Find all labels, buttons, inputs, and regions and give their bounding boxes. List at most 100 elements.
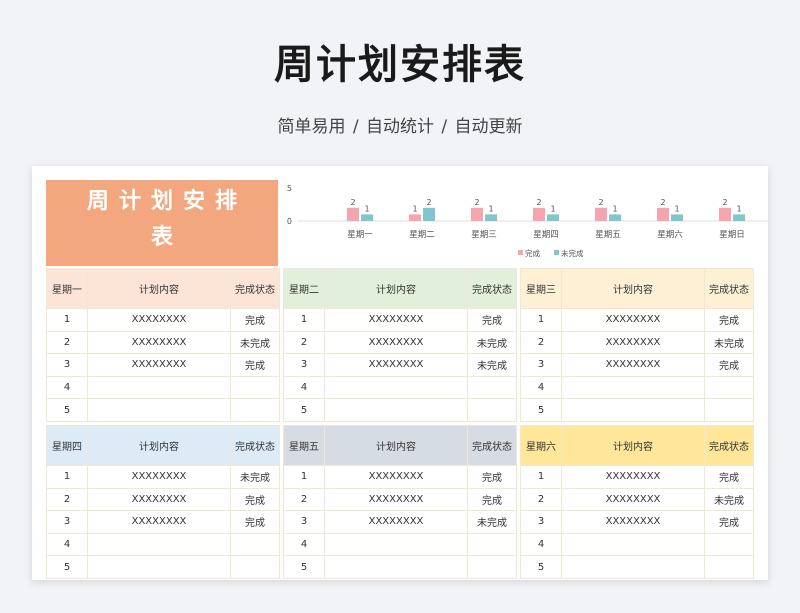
status-cell[interactable]	[230, 555, 280, 579]
plan-content-cell[interactable]: XXXXXXXX	[561, 487, 705, 512]
status-cell[interactable]: 完成	[704, 465, 754, 489]
plan-content-cell[interactable]	[324, 398, 468, 422]
plan-content-cell[interactable]	[324, 532, 468, 557]
row-number[interactable]: 5	[283, 555, 325, 579]
data-label: 1	[412, 204, 417, 213]
plan-content-cell[interactable]	[561, 375, 705, 400]
row-number[interactable]: 4	[283, 532, 325, 557]
table-row: 4	[46, 532, 280, 557]
plan-content-cell[interactable]: XXXXXXXX	[87, 308, 231, 332]
row-number[interactable]: 4	[46, 375, 88, 400]
row-number[interactable]: 4	[46, 532, 88, 557]
row-number[interactable]: 5	[46, 398, 88, 422]
row-number[interactable]: 2	[520, 487, 562, 512]
status-cell[interactable]	[704, 375, 754, 400]
data-label: 1	[674, 204, 679, 213]
plan-content-cell[interactable]: XXXXXXXX	[324, 510, 468, 534]
status-cell[interactable]	[704, 555, 754, 579]
table-row: 5	[520, 398, 754, 422]
status-cell[interactable]: 完成	[230, 487, 280, 512]
row-number[interactable]: 3	[520, 353, 562, 377]
row-number[interactable]: 3	[520, 510, 562, 534]
plan-content-cell[interactable]	[561, 555, 705, 579]
status-cell[interactable]: 未完成	[230, 465, 280, 489]
plan-content-cell[interactable]	[324, 375, 468, 400]
plan-content-cell[interactable]: XXXXXXXX	[561, 308, 705, 332]
plan-content-cell[interactable]	[561, 532, 705, 557]
row-number[interactable]: 2	[283, 487, 325, 512]
plan-content-cell[interactable]	[561, 398, 705, 422]
status-cell[interactable]	[230, 398, 280, 422]
table-header-row: 星期四 计划内容 完成状态	[46, 425, 280, 466]
plan-content-cell[interactable]: XXXXXXXX	[561, 465, 705, 489]
row-number[interactable]: 1	[520, 308, 562, 332]
plan-content-cell[interactable]	[87, 398, 231, 422]
row-number[interactable]: 1	[283, 308, 325, 332]
plan-content-cell[interactable]: XXXXXXXX	[324, 330, 468, 355]
row-number[interactable]: 3	[46, 510, 88, 534]
plan-content-cell[interactable]: XXXXXXXX	[87, 353, 231, 377]
chart-svg: 0521星期一12星期二21星期三21星期四21星期五21星期六21星期日完成未…	[287, 184, 768, 258]
plan-content-cell[interactable]: XXXXXXXX	[324, 487, 468, 512]
status-cell[interactable]	[230, 532, 280, 557]
status-cell[interactable]: 未完成	[704, 487, 754, 512]
status-cell[interactable]: 完成	[230, 308, 280, 332]
plan-content-cell[interactable]: XXXXXXXX	[561, 353, 705, 377]
content-header: 计划内容	[87, 425, 231, 466]
plan-content-cell[interactable]: XXXXXXXX	[324, 465, 468, 489]
status-cell[interactable]: 完成	[467, 308, 517, 332]
row-number[interactable]: 5	[46, 555, 88, 579]
plan-content-cell[interactable]: XXXXXXXX	[87, 465, 231, 489]
row-number[interactable]: 4	[520, 375, 562, 400]
plan-content-cell[interactable]	[324, 555, 468, 579]
plan-content-cell[interactable]	[87, 532, 231, 557]
plan-content-cell[interactable]: XXXXXXXX	[87, 510, 231, 534]
plan-content-cell[interactable]: XXXXXXXX	[561, 510, 705, 534]
status-cell[interactable]: 完成	[230, 353, 280, 377]
status-cell[interactable]: 完成	[467, 487, 517, 512]
status-cell[interactable]	[467, 398, 517, 422]
row-number[interactable]: 4	[283, 375, 325, 400]
row-number[interactable]: 1	[283, 465, 325, 489]
row-number[interactable]: 5	[520, 555, 562, 579]
status-cell[interactable]: 完成	[704, 510, 754, 534]
row-number[interactable]: 1	[46, 308, 88, 332]
plan-content-cell[interactable]: XXXXXXXX	[324, 308, 468, 332]
row-number[interactable]: 3	[283, 510, 325, 534]
x-tick-label: 星期日	[719, 230, 745, 240]
plan-content-cell[interactable]	[87, 555, 231, 579]
row-number[interactable]: 4	[520, 532, 562, 557]
plan-content-cell[interactable]: XXXXXXXX	[87, 487, 231, 512]
row-number[interactable]: 3	[46, 353, 88, 377]
status-cell[interactable]: 未完成	[467, 510, 517, 534]
row-number[interactable]: 2	[283, 330, 325, 355]
row-number[interactable]: 1	[46, 465, 88, 489]
status-cell[interactable]	[467, 532, 517, 557]
row-number[interactable]: 5	[283, 398, 325, 422]
table-row: 5	[46, 555, 280, 579]
plan-content-cell[interactable]: XXXXXXXX	[87, 330, 231, 355]
status-cell[interactable]: 未完成	[230, 330, 280, 355]
plan-content-cell[interactable]: XXXXXXXX	[561, 330, 705, 355]
row-number[interactable]: 1	[520, 465, 562, 489]
row-number[interactable]: 2	[520, 330, 562, 355]
status-cell[interactable]: 未完成	[704, 330, 754, 355]
status-cell[interactable]	[230, 375, 280, 400]
row-number[interactable]: 3	[283, 353, 325, 377]
status-cell[interactable]	[467, 555, 517, 579]
plan-content-cell[interactable]: XXXXXXXX	[324, 353, 468, 377]
spreadsheet-preview: 周计划安排表 0 5 2 1 星期一 1 2 星期二 2 1 星期三 2 1 星期四 2 1 星期五 2 1 星期六 2…	[32, 166, 768, 580]
row-number[interactable]: 2	[46, 487, 88, 512]
status-cell[interactable]	[467, 375, 517, 400]
plan-content-cell[interactable]	[87, 375, 231, 400]
status-cell[interactable]: 完成	[467, 465, 517, 489]
status-cell[interactable]: 完成	[704, 353, 754, 377]
row-number[interactable]: 2	[46, 330, 88, 355]
status-cell[interactable]: 未完成	[467, 353, 517, 377]
row-number[interactable]: 5	[520, 398, 562, 422]
status-cell[interactable]: 未完成	[467, 330, 517, 355]
status-cell[interactable]	[704, 532, 754, 557]
status-cell[interactable]: 完成	[230, 510, 280, 534]
status-cell[interactable]	[704, 398, 754, 422]
status-cell[interactable]: 完成	[704, 308, 754, 332]
